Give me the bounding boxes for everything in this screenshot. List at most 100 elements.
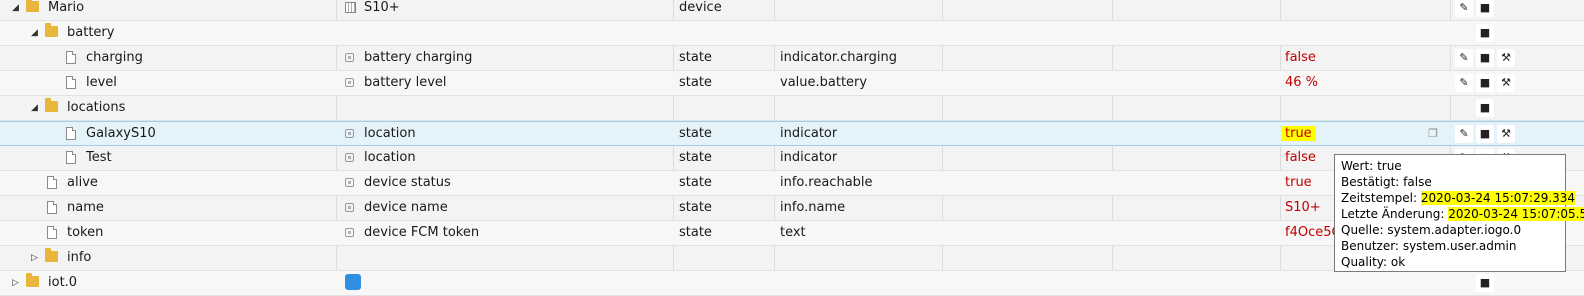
tooltip-timestamp-label: Zeitstempel: [1341,191,1418,205]
file-icon [66,127,76,140]
state-icon [345,53,354,62]
trash-icon: ■ [1479,51,1491,64]
triangle-down-icon[interactable]: ◢ [31,96,38,120]
delete-button[interactable]: ■ [1476,74,1494,92]
delete-button[interactable]: ■ [1476,0,1494,17]
row-name: name [67,200,104,215]
row-role: location [364,126,416,141]
delete-button[interactable]: ■ [1476,24,1494,42]
row-type: state [679,50,712,65]
tooltip-user: system.user.admin [1402,239,1517,253]
delete-button[interactable]: ■ [1476,49,1494,67]
folder-icon [45,98,58,112]
state-icon [345,153,354,162]
row-value: S10+ [1285,200,1321,215]
trash-icon: ■ [1479,276,1491,289]
tooltip-source: system.adapter.iogo.0 [1387,223,1522,237]
row-name: Test [86,150,112,165]
pencil-icon: ✎ [1459,51,1469,64]
custom-button[interactable]: ⚒ [1497,49,1515,67]
table-row[interactable]: ◢ battery ■ [0,21,1584,46]
trash-icon: ■ [1479,101,1491,114]
pencil-icon: ✎ [1459,76,1469,89]
custom-button[interactable]: ⚒ [1497,74,1515,92]
row-rolename: info.name [780,200,846,215]
edit-button[interactable]: ✎ [1455,0,1473,17]
tooltip-quality-label: Quality: [1341,255,1388,269]
wrench-icon: ⚒ [1501,127,1511,140]
triangle-down-icon[interactable]: ◢ [12,0,19,20]
row-name: iot.0 [48,275,78,290]
tooltip-lastchange-label: Letzte Änderung: [1341,207,1445,221]
delete-button[interactable]: ■ [1476,274,1494,292]
tooltip-ack: false [1403,175,1432,189]
row-rolename: value.battery [780,75,868,90]
trash-icon: ■ [1479,1,1491,14]
trash-icon: ■ [1479,76,1491,89]
pencil-icon: ✎ [1459,127,1469,140]
triangle-right-icon[interactable]: ▷ [31,246,38,270]
table-row[interactable]: GalaxyS10 location state indicator true ✎ ■ ⚒ ❐ [0,121,1584,146]
table-row[interactable]: level battery level state value.battery 46 %… [0,71,1584,96]
triangle-down-icon[interactable]: ◢ [31,21,38,45]
file-icon [66,151,76,164]
row-type: state [679,75,712,90]
row-role: S10+ [364,0,400,15]
row-type: state [679,175,712,190]
pencil-icon: ✎ [1459,1,1469,14]
table-row[interactable]: ▷ iot.0 ■ [0,271,1584,296]
delete-button[interactable]: ■ [1476,99,1494,117]
tooltip-timestamp: 2020-03-24 15:07:29.334 [1420,191,1576,205]
row-role: battery charging [364,50,473,65]
tooltip-lastchange: 2020-03-24 15:07:05.550 [1448,207,1584,221]
edit-button[interactable]: ✎ [1455,49,1473,67]
row-name: info [67,250,92,265]
value-highlight: true [1281,126,1316,141]
edit-button[interactable]: ✎ [1455,74,1473,92]
row-name: Mario [48,0,85,15]
file-icon [47,226,57,239]
delete-button[interactable]: ■ [1476,125,1494,143]
tooltip-quality: ok [1390,255,1406,269]
tooltip-source-label: Quelle: [1341,223,1384,237]
table-row[interactable]: ◢ locations ■ [0,96,1584,121]
folder-icon [26,0,39,12]
file-icon [47,201,57,214]
row-value: false [1285,150,1316,165]
copy-icon: ❐ [1428,127,1438,140]
wrench-icon: ⚒ [1501,51,1511,64]
wrench-icon: ⚒ [1501,76,1511,89]
row-rolename: indicator [780,126,838,141]
row-role: device FCM token [364,225,480,240]
file-icon [66,51,76,64]
device-icon [345,2,356,13]
cloud-icon [345,274,361,290]
state-icon [345,228,354,237]
row-name: alive [67,175,98,190]
triangle-right-icon[interactable]: ▷ [12,271,19,295]
row-role: device name [364,200,448,215]
row-value: 46 % [1285,75,1319,90]
edit-button[interactable]: ✎ [1455,125,1473,143]
folder-icon [45,23,58,37]
custom-button[interactable]: ⚒ [1497,125,1515,143]
table-row[interactable]: charging battery charging state indicator.c… [0,46,1584,71]
file-icon [47,176,57,189]
row-role: battery level [364,75,447,90]
state-tooltip: Wert: true Bestätigt: false Zeitstempel:… [1334,154,1584,272]
row-value: true [1285,175,1312,190]
table-row[interactable]: ◢ Mario S10+ device ✎ ■ [0,0,1584,21]
folder-icon [26,273,39,287]
trash-icon: ■ [1479,26,1491,39]
row-name: level [86,75,117,90]
row-rolename: info.reachable [780,175,873,190]
file-icon [66,76,76,89]
row-value: false [1285,50,1316,65]
tooltip-user-label: Benutzer: [1341,239,1399,253]
row-role: device status [364,175,451,190]
row-type: device [679,0,722,15]
copy-button[interactable]: ❐ [1424,125,1442,143]
state-icon [345,78,354,87]
state-icon [345,129,354,138]
row-type: state [679,200,712,215]
